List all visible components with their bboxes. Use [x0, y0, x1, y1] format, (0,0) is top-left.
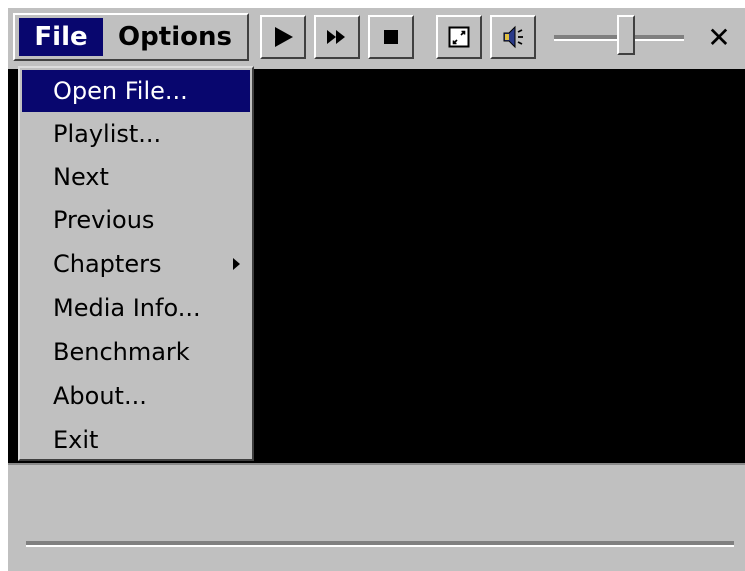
file-menu[interactable]: File — [19, 18, 103, 56]
menu-bar: File Options — [13, 13, 249, 61]
media-player-window: File Options ✕ Open File... Playlist... … — [8, 8, 745, 571]
menu-item-label: Previous — [53, 206, 155, 234]
submenu-arrow-icon — [233, 258, 240, 270]
menu-item-label: Exit — [53, 426, 99, 454]
menu-item-label: Next — [53, 163, 109, 191]
menu-item-open-file[interactable]: Open File... — [22, 70, 250, 112]
file-dropdown-menu: Open File... Playlist... Next Previous C… — [18, 66, 254, 461]
play-icon — [275, 27, 293, 47]
fast-forward-icon — [327, 30, 345, 44]
menu-item-label: About... — [53, 382, 147, 410]
fullscreen-icon — [448, 26, 470, 48]
menu-item-label: Chapters — [53, 250, 162, 278]
stop-button[interactable] — [368, 15, 414, 59]
close-button[interactable]: ✕ — [697, 15, 741, 59]
menu-item-previous[interactable]: Previous — [22, 199, 250, 241]
volume-slider-thumb[interactable] — [617, 15, 635, 55]
seek-bar[interactable] — [26, 541, 734, 547]
menu-item-media-info[interactable]: Media Info... — [22, 287, 250, 329]
menu-item-label: Open File... — [53, 77, 188, 105]
menu-item-benchmark[interactable]: Benchmark — [22, 331, 250, 373]
status-panel — [8, 463, 745, 571]
play-button[interactable] — [260, 15, 306, 59]
menu-item-next[interactable]: Next — [22, 156, 250, 198]
menu-item-label: Playlist... — [53, 120, 162, 148]
mute-button[interactable] — [490, 15, 536, 59]
menu-item-chapters[interactable]: Chapters — [22, 243, 250, 285]
menu-item-exit[interactable]: Exit — [22, 419, 250, 461]
menu-item-about[interactable]: About... — [22, 375, 250, 417]
menu-item-label: Media Info... — [53, 294, 201, 322]
menu-item-label: Benchmark — [53, 338, 190, 366]
fullscreen-button[interactable] — [436, 15, 482, 59]
menu-item-playlist[interactable]: Playlist... — [22, 113, 250, 155]
fast-forward-button[interactable] — [314, 15, 360, 59]
speaker-icon — [503, 25, 523, 49]
options-menu[interactable]: Options — [107, 18, 243, 56]
stop-icon — [384, 30, 398, 44]
